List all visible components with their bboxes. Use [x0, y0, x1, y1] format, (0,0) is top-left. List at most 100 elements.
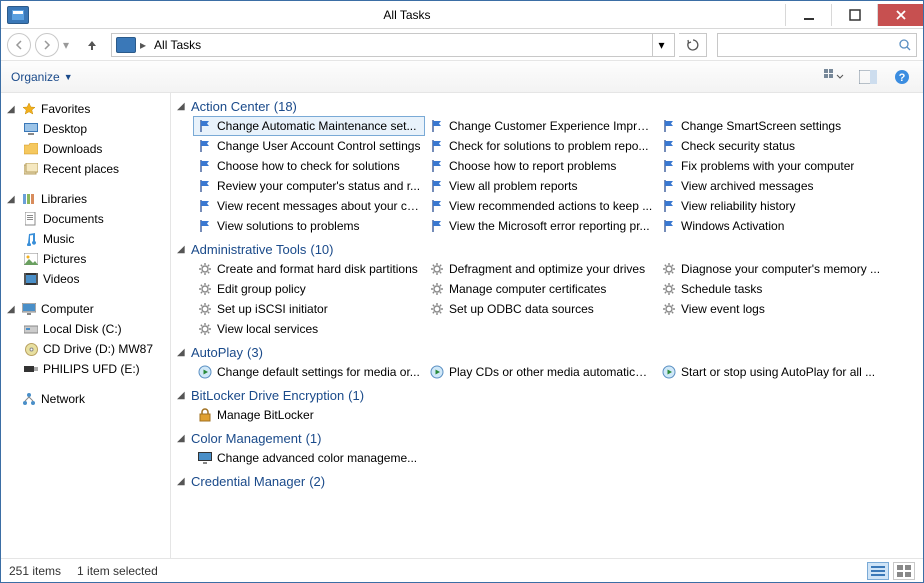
maximize-button[interactable] — [831, 4, 877, 26]
sidebar-item-cd-drive[interactable]: CD Drive (D:) MW87 — [1, 339, 170, 359]
breadcrumb-sep-icon: ▸ — [140, 38, 146, 52]
task-item[interactable]: Choose how to report problems — [425, 156, 657, 176]
task-item[interactable]: Fix problems with your computer — [657, 156, 889, 176]
details-view-button[interactable] — [867, 562, 889, 580]
flag-icon — [197, 118, 213, 134]
task-item[interactable]: Change SmartScreen settings — [657, 116, 889, 136]
sidebar-item-recent[interactable]: Recent places — [1, 159, 170, 179]
view-options-button[interactable] — [823, 66, 845, 88]
task-item[interactable]: Set up ODBC data sources — [425, 299, 657, 319]
network-group[interactable]: ▸ Network — [1, 389, 170, 409]
close-button[interactable] — [877, 4, 923, 26]
recent-locations-dropdown[interactable]: ▾ — [63, 38, 73, 52]
sidebar-item-usb-drive[interactable]: PHILIPS UFD (E:) — [1, 359, 170, 379]
task-label: Windows Activation — [681, 219, 784, 233]
task-label: View archived messages — [681, 179, 814, 193]
flag-icon — [429, 218, 445, 234]
task-item[interactable]: View reliability history — [657, 196, 889, 216]
task-item[interactable]: Check for solutions to problem repo... — [425, 136, 657, 156]
flag-icon — [429, 198, 445, 214]
favorites-group[interactable]: ◢ Favorites — [1, 99, 170, 119]
group-name: Color Management — [191, 431, 302, 446]
task-item[interactable]: View recent messages about your co... — [193, 196, 425, 216]
sidebar-item-music[interactable]: Music — [1, 229, 170, 249]
group-header[interactable]: ◢Action Center (18) — [177, 97, 913, 116]
group-items: Change advanced color manageme... — [193, 448, 913, 468]
task-item[interactable]: View the Microsoft error reporting pr... — [425, 216, 657, 236]
sidebar-item-desktop[interactable]: Desktop — [1, 119, 170, 139]
content-pane[interactable]: ◢Action Center (18)Change Automatic Main… — [171, 93, 923, 558]
task-item[interactable]: View all problem reports — [425, 176, 657, 196]
task-item[interactable]: Check security status — [657, 136, 889, 156]
gear-icon — [197, 321, 213, 337]
preview-pane-button[interactable] — [857, 66, 879, 88]
group-header[interactable]: ◢Color Management (1) — [177, 429, 913, 448]
task-item[interactable]: Diagnose your computer's memory ... — [657, 259, 889, 279]
group-name: Action Center — [191, 99, 270, 114]
group-header[interactable]: ◢AutoPlay (3) — [177, 343, 913, 362]
address-dropdown[interactable]: ▾ — [652, 34, 670, 56]
gear-icon — [429, 301, 445, 317]
task-label: Change default settings for media or... — [217, 365, 420, 379]
task-item[interactable]: Windows Activation — [657, 216, 889, 236]
task-item[interactable]: View event logs — [657, 299, 889, 319]
back-button[interactable] — [7, 33, 31, 57]
search-icon[interactable] — [894, 38, 916, 52]
task-item[interactable]: Create and format hard disk partitions — [193, 259, 425, 279]
sidebar-item-downloads[interactable]: Downloads — [1, 139, 170, 159]
icons-view-button[interactable] — [893, 562, 915, 580]
task-item[interactable]: Change advanced color manageme... — [193, 448, 425, 468]
breadcrumb[interactable]: All Tasks — [150, 38, 205, 52]
command-bar: Organize ▼ ? — [1, 61, 923, 93]
task-label: Set up iSCSI initiator — [217, 302, 328, 316]
sidebar-item-pictures[interactable]: Pictures — [1, 249, 170, 269]
collapse-icon: ◢ — [7, 304, 17, 315]
organize-menu[interactable]: Organize ▼ — [11, 70, 73, 84]
flag-icon — [197, 158, 213, 174]
favorites-label: Favorites — [41, 102, 90, 116]
search-input[interactable] — [718, 38, 894, 52]
task-item[interactable]: View solutions to problems — [193, 216, 425, 236]
task-item[interactable]: Change Customer Experience Impro... — [425, 116, 657, 136]
flag-icon — [429, 138, 445, 154]
help-button[interactable]: ? — [891, 66, 913, 88]
task-item[interactable]: View recommended actions to keep ... — [425, 196, 657, 216]
group-header[interactable]: ◢BitLocker Drive Encryption (1) — [177, 386, 913, 405]
sidebar-item-documents[interactable]: Documents — [1, 209, 170, 229]
status-bar: 251 items 1 item selected — [1, 558, 923, 582]
task-item[interactable]: Change User Account Control settings — [193, 136, 425, 156]
libraries-group[interactable]: ◢ Libraries — [1, 189, 170, 209]
task-item[interactable]: Play CDs or other media automatically — [425, 362, 657, 382]
task-item[interactable]: Manage computer certificates — [425, 279, 657, 299]
task-item[interactable]: Choose how to check for solutions — [193, 156, 425, 176]
task-item[interactable]: Schedule tasks — [657, 279, 889, 299]
task-item[interactable]: Start or stop using AutoPlay for all ... — [657, 362, 889, 382]
item-row: Choose how to check for solutions Choose … — [193, 156, 913, 176]
task-item[interactable]: Review your computer's status and r... — [193, 176, 425, 196]
task-item[interactable]: Change Automatic Maintenance set... — [193, 116, 425, 136]
forward-button[interactable] — [35, 33, 59, 57]
task-item[interactable]: Defragment and optimize your drives — [425, 259, 657, 279]
folder-icon — [23, 141, 39, 157]
refresh-button[interactable] — [679, 33, 707, 57]
chevron-down-icon: ▼ — [64, 72, 73, 82]
item-row: Review your computer's status and r...Vi… — [193, 176, 913, 196]
task-item[interactable]: View archived messages — [657, 176, 889, 196]
group-header[interactable]: ◢Credential Manager (2) — [177, 472, 913, 491]
task-item[interactable]: Manage BitLocker — [193, 405, 425, 425]
minimize-button[interactable] — [785, 4, 831, 26]
task-item[interactable]: Edit group policy — [193, 279, 425, 299]
address-bar[interactable]: ▸ All Tasks ▾ — [111, 33, 675, 57]
sidebar-item-local-disk[interactable]: Local Disk (C:) — [1, 319, 170, 339]
task-item[interactable]: Change default settings for media or... — [193, 362, 425, 382]
task-item[interactable]: View local services — [193, 319, 425, 339]
up-button[interactable] — [81, 34, 103, 56]
search-box[interactable] — [717, 33, 917, 57]
task-label: Choose how to check for solutions — [217, 159, 400, 173]
group-header[interactable]: ◢Administrative Tools (10) — [177, 240, 913, 259]
collapse-icon: ◢ — [7, 104, 17, 115]
sidebar-item-videos[interactable]: Videos — [1, 269, 170, 289]
task-item[interactable]: Set up iSCSI initiator — [193, 299, 425, 319]
computer-group[interactable]: ◢ Computer — [1, 299, 170, 319]
drive-icon — [23, 321, 39, 337]
